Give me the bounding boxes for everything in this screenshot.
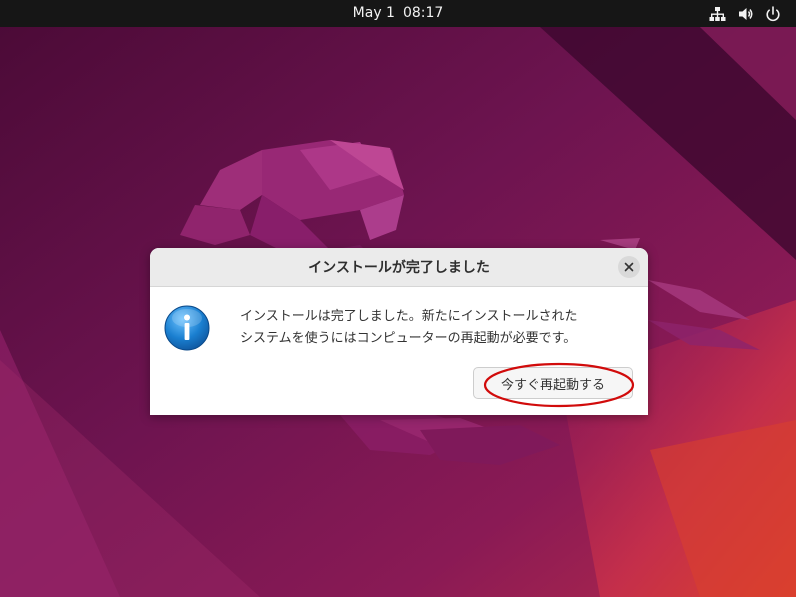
clock[interactable]: May 1 08:17 [0, 0, 796, 27]
message-line-2: システムを使うにはコンピューターの再起動が必要です。 [240, 331, 577, 346]
close-button[interactable] [618, 256, 640, 278]
volume-icon[interactable] [737, 5, 755, 23]
power-icon[interactable] [764, 5, 782, 23]
clock-date: May 1 [352, 5, 395, 21]
dialog-header: インストールが完了しました [150, 248, 648, 287]
info-icon [164, 305, 210, 351]
close-icon [624, 262, 634, 272]
restart-now-button[interactable]: 今すぐ再起動する [473, 367, 633, 399]
desktop: May 1 08:17 インストールが完了しました インストールは完了しました。… [0, 0, 796, 597]
installation-complete-dialog: インストールが完了しました インストールは完了しました。新たにインストールされた… [150, 248, 648, 415]
top-bar: May 1 08:17 [0, 0, 796, 27]
network-icon[interactable] [708, 5, 726, 23]
dialog-message: インストールは完了しました。新たにインストールされた システムを使うにはコンピュ… [240, 306, 640, 350]
clock-time: 08:17 [402, 5, 444, 21]
dialog-title: インストールが完了しました [308, 260, 490, 276]
message-line-1: インストールは完了しました。新たにインストールされた [240, 309, 578, 324]
